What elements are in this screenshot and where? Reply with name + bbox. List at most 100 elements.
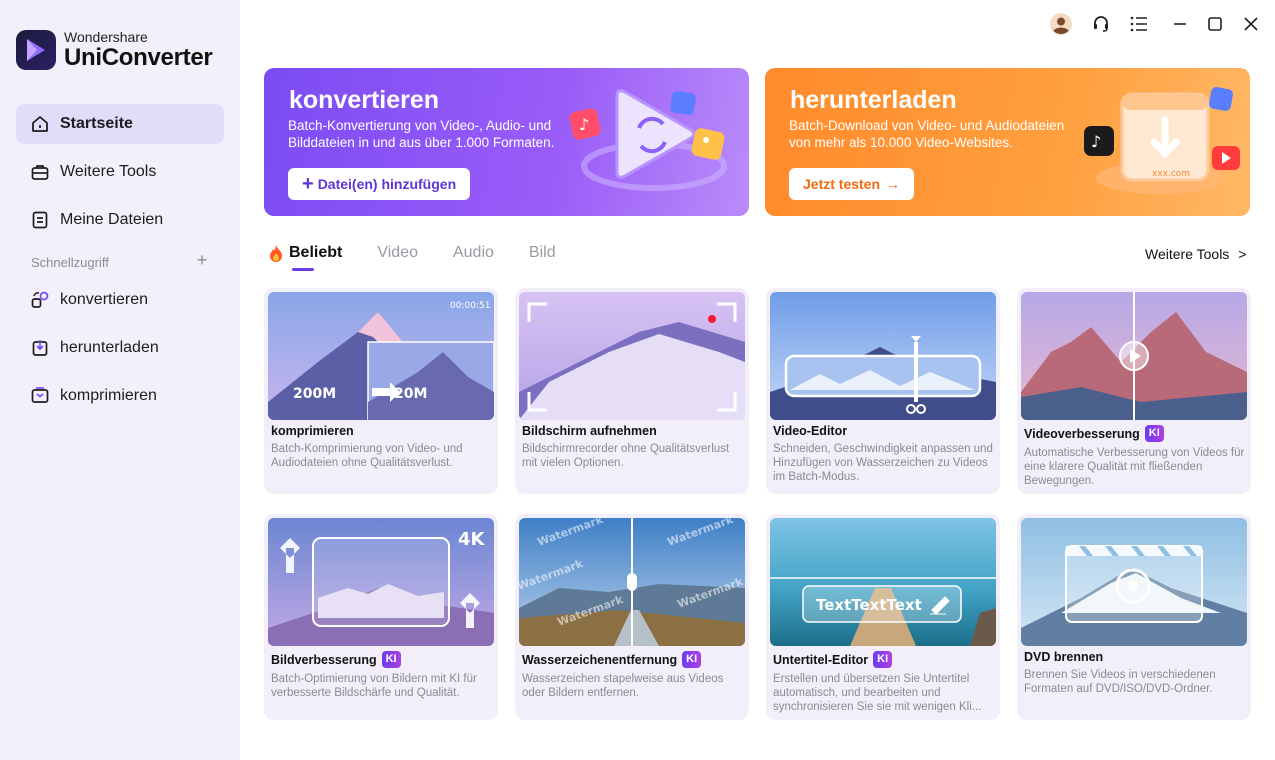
card-description: Erstellen und übersetzen Sie Untertitel … xyxy=(773,673,982,713)
sidebar-item-label: Meine Dateien xyxy=(60,211,164,228)
sidebar-item-startseite[interactable]: Startseite xyxy=(16,104,224,144)
user-avatar[interactable] xyxy=(1049,12,1073,36)
try-now-button-label: Jetzt testen xyxy=(803,176,881,192)
quick-access-add-button[interactable]: + xyxy=(194,250,210,271)
video-time-label: 00:00:51 xyxy=(450,301,490,311)
card-description: Batch-Komprimierung von Video- und Audio… xyxy=(271,443,463,469)
add-files-button[interactable]: + Datei(en) hinzufügen xyxy=(288,168,471,200)
app-logo: Wondershare UniConverter xyxy=(16,30,213,70)
minimize-icon xyxy=(1174,23,1186,25)
sidebar-item-weitere-tools[interactable]: Weitere Tools xyxy=(16,152,224,192)
maximize-icon xyxy=(1208,17,1222,31)
tab-audio[interactable]: Audio xyxy=(453,244,494,262)
convert-banner[interactable]: konvertieren Batch-Konvertierung von Vid… xyxy=(264,68,749,216)
sidebar: Wondershare UniConverter Startseite Weit… xyxy=(0,0,240,760)
screen-recorder-thumbnail xyxy=(519,292,745,420)
card-title: Bildschirm aufnehmen xyxy=(522,424,657,438)
compress-thumbnail: 00:00:51 200M 20M xyxy=(268,292,494,420)
download-icon xyxy=(30,338,50,358)
download-illustration: xxx.com ♪ xyxy=(1084,87,1240,194)
avatar-icon xyxy=(1050,13,1072,35)
convert-illustration: ♪ xyxy=(569,89,727,191)
sidebar-item-label: Weitere Tools xyxy=(60,163,157,180)
tab-bild[interactable]: Bild xyxy=(529,244,556,262)
convert-icon xyxy=(30,290,50,310)
quick-access-label: Schnellzugriff xyxy=(31,255,109,270)
svg-text:♪: ♪ xyxy=(1091,132,1101,151)
card-title: DVD brennen xyxy=(1024,650,1104,664)
maximize-button[interactable] xyxy=(1203,12,1227,36)
headset-icon xyxy=(1094,16,1108,32)
card-description: Brennen Sie Videos in verschiedenen Form… xyxy=(1024,669,1216,695)
tool-card-watermark-removal[interactable]: Watermark Watermark Watermark Watermark … xyxy=(515,514,749,720)
video-editor-thumbnail xyxy=(770,292,996,420)
image-enhancement-thumbnail: 4K xyxy=(268,518,494,646)
tool-card-video-editor[interactable]: Video-Editor Schneiden, Geschwindigkeit … xyxy=(766,288,1000,494)
card-description: Wasserzeichen stapelweise aus Videos ode… xyxy=(522,673,724,699)
sidebar-item-label: komprimieren xyxy=(60,387,157,404)
sidebar-item-meine-dateien[interactable]: Meine Dateien xyxy=(16,200,224,240)
card-description: Automatische Verbesserung von Videos für… xyxy=(1024,447,1245,487)
fire-icon xyxy=(268,244,284,262)
sidebar-item-label: konvertieren xyxy=(60,291,149,308)
add-files-button-label: Datei(en) hinzufügen xyxy=(317,176,457,192)
subtitle-sample-text: TextTextText xyxy=(816,596,922,614)
support-button[interactable] xyxy=(1089,12,1113,36)
more-tools-label: Weitere Tools xyxy=(1145,246,1230,262)
try-now-button[interactable]: Jetzt testen → xyxy=(789,168,915,200)
sidebar-item-komprimieren[interactable]: komprimieren xyxy=(16,376,224,416)
toolbox-icon xyxy=(30,162,50,182)
original-size-label: 200M xyxy=(293,386,336,402)
sidebar-item-label: herunterladen xyxy=(60,339,159,356)
tool-card-screen-recorder[interactable]: Bildschirm aufnehmen Bildschirmrecorder … xyxy=(515,288,749,494)
card-title: Video-Editor xyxy=(773,424,848,438)
chevron-right-icon: > xyxy=(1238,246,1247,262)
ai-badge: KI xyxy=(1144,425,1164,442)
download-banner-title: herunterladen xyxy=(790,86,957,114)
svg-text:♪: ♪ xyxy=(579,115,589,134)
compressed-size-label: 20M xyxy=(394,386,427,402)
more-tools-link[interactable]: Weitere Tools > xyxy=(1145,246,1246,262)
card-description: Batch-Optimierung von Bildern mit KI für… xyxy=(271,673,477,699)
sidebar-item-konvertieren[interactable]: konvertieren xyxy=(16,280,224,320)
convert-banner-description: Batch-Konvertierung von Video-, Audio- u… xyxy=(288,118,555,150)
tool-card-komprimieren[interactable]: 00:00:51 200M 20M komprimieren Batch-Kom… xyxy=(264,288,498,494)
compress-icon xyxy=(30,386,50,406)
home-icon xyxy=(30,114,50,134)
card-title: komprimieren xyxy=(271,424,354,438)
card-title: Untertitel-Editor KI xyxy=(773,651,893,668)
tab-label: Beliebt xyxy=(289,244,343,261)
tool-card-video-enhancement[interactable]: Videoverbesserung KI Automatische Verbess… xyxy=(1017,288,1251,494)
menu-icon xyxy=(1130,16,1147,32)
close-button[interactable] xyxy=(1239,12,1263,36)
tab-beliebt[interactable]: Beliebt xyxy=(268,244,343,271)
video-enhancement-thumbnail xyxy=(1021,292,1247,420)
download-art-text: xxx.com xyxy=(1152,169,1190,179)
ai-badge: KI xyxy=(873,651,893,668)
arrow-right-icon: → xyxy=(886,176,901,192)
tab-video[interactable]: Video xyxy=(377,244,418,262)
menu-button[interactable] xyxy=(1127,12,1151,36)
minimize-button[interactable] xyxy=(1168,12,1192,36)
4k-badge: 4K xyxy=(458,529,486,550)
watermark-removal-thumbnail: Watermark Watermark Watermark Watermark … xyxy=(519,518,745,646)
close-icon xyxy=(1244,17,1258,31)
download-banner-description: Batch-Download von Video- und Audiodatei… xyxy=(789,118,1065,150)
card-title: Videoverbesserung KI xyxy=(1024,425,1164,442)
dvd-burner-thumbnail xyxy=(1021,518,1247,646)
plus-icon: + xyxy=(302,172,314,195)
files-icon xyxy=(30,210,50,230)
sidebar-item-label: Startseite xyxy=(60,115,133,132)
tool-card-subtitle-editor[interactable]: TextTextText Untertitel-Editor KI Erstell… xyxy=(766,514,1000,720)
download-banner[interactable]: herunterladen Batch-Download von Video- … xyxy=(765,68,1250,216)
convert-banner-title: konvertieren xyxy=(289,86,440,114)
card-description: Bildschirmrecorder ohne Qualitätsverlust… xyxy=(522,443,730,469)
card-title: Bildverbesserung KI xyxy=(271,651,401,668)
tool-card-image-enhancement[interactable]: 4K Bildverbesserung KI Batch-Optimierung … xyxy=(264,514,498,720)
sidebar-item-herunterladen[interactable]: herunterladen xyxy=(16,328,224,368)
uniconverter-logo-icon xyxy=(16,30,56,70)
category-tabs: Beliebt Video Audio Bild xyxy=(268,244,591,271)
tool-card-dvd-burner[interactable]: DVD brennen Brennen Sie Videos in versch… xyxy=(1017,514,1251,720)
ai-badge: KI xyxy=(682,651,702,668)
ai-badge: KI xyxy=(381,651,401,668)
